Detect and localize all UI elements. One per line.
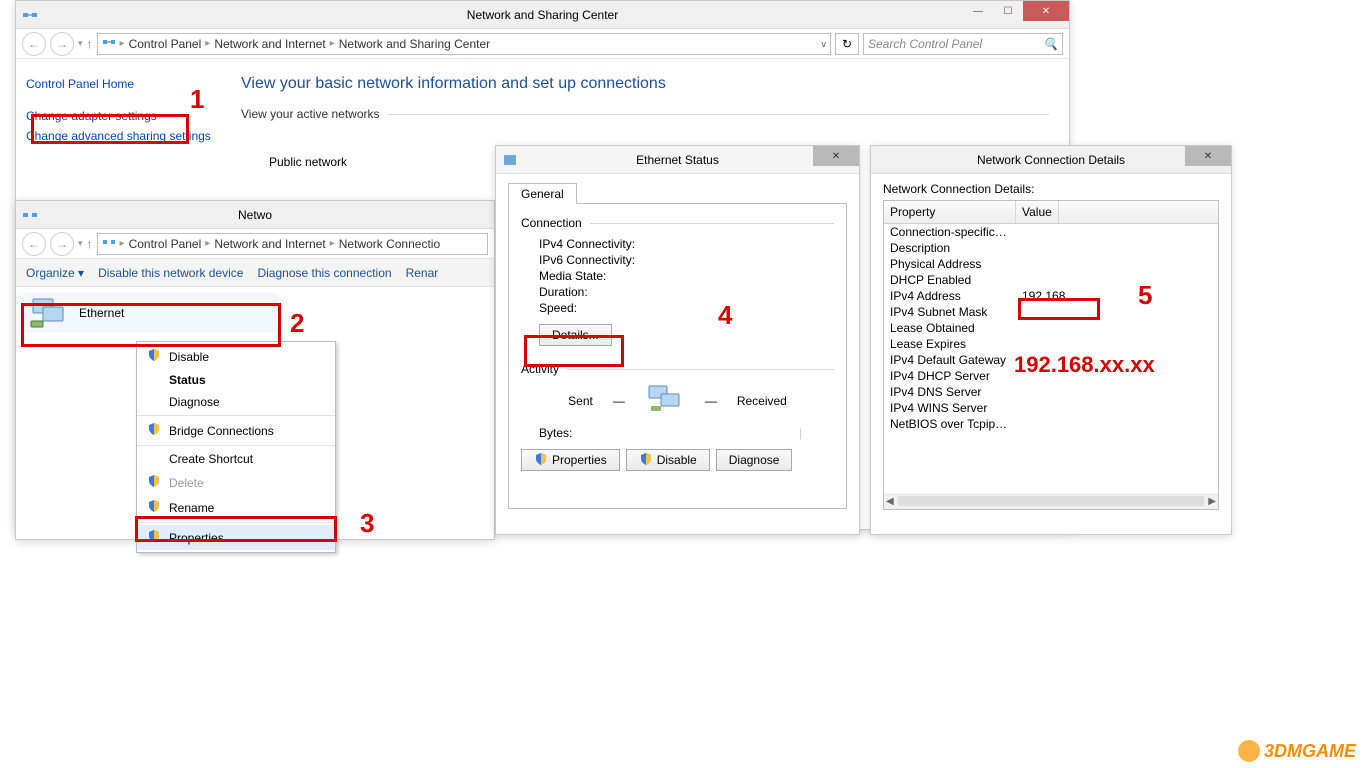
network-icon	[22, 207, 38, 223]
window-title: Netwo	[238, 208, 272, 222]
ctx-delete: Delete	[137, 470, 335, 495]
close-button[interactable]: ✕	[813, 146, 859, 166]
network-icon	[22, 7, 38, 23]
detail-row: IPv4 DHCP Server	[884, 368, 1218, 384]
subtitle: Network Connection Details:	[883, 182, 1219, 196]
link-change-adapter-settings[interactable]: Change adapter settings	[26, 109, 211, 123]
window-connection-details: Network Connection Details ✕ Network Con…	[870, 145, 1232, 535]
search-input[interactable]: Search Control Panel 🔍	[863, 33, 1063, 55]
forward-button[interactable]: →	[50, 232, 74, 256]
details-table: Property Value Connection-specific DN...…	[883, 200, 1219, 510]
up-button[interactable]: ↑	[87, 237, 93, 251]
ctx-bridge-connections[interactable]: Bridge Connections	[137, 418, 335, 443]
breadcrumb[interactable]: Network and Internet	[214, 37, 325, 51]
shield-icon	[639, 452, 653, 469]
shield-icon	[147, 348, 161, 365]
ctx-disable[interactable]: Disable	[137, 344, 335, 369]
tab-general[interactable]: General	[508, 183, 577, 204]
shield-icon	[147, 529, 161, 546]
col-property[interactable]: Property	[884, 201, 1016, 223]
window-title: Network and Sharing Center	[467, 8, 618, 22]
activity-graphic: Sent — — Received	[521, 384, 834, 417]
toolbar-rename[interactable]: Renar	[406, 266, 439, 280]
ethernet-icon	[29, 297, 71, 329]
window-title: Network Connection Details	[977, 153, 1125, 167]
watermark-icon	[1238, 740, 1260, 762]
breadcrumb[interactable]: Control Panel	[129, 37, 202, 51]
shield-icon	[147, 422, 161, 439]
detail-row: IPv4 WINS Server	[884, 400, 1218, 416]
detail-row: IPv4 Subnet Mask	[884, 304, 1218, 320]
titlebar: Ethernet Status ✕	[496, 146, 859, 174]
ctx-properties[interactable]: Properties	[137, 525, 335, 550]
shield-icon	[147, 474, 161, 491]
ctx-create-shortcut[interactable]: Create Shortcut	[137, 448, 335, 470]
window-ethernet-status: Ethernet Status ✕ General Connection IPv…	[495, 145, 860, 535]
up-button[interactable]: ↑	[87, 37, 93, 51]
detail-row: Lease Obtained	[884, 320, 1218, 336]
organize-menu[interactable]: Organize ▾	[26, 266, 84, 280]
refresh-button[interactable]: ↻	[835, 33, 859, 55]
detail-row: Description	[884, 240, 1218, 256]
ctx-rename[interactable]: Rename	[137, 495, 335, 520]
detail-row: Physical Address	[884, 256, 1218, 272]
ctx-diagnose[interactable]: Diagnose	[137, 391, 335, 413]
nav-row: ← → ▾ ↑ ▸ Control Panel▸ Network and Int…	[16, 229, 494, 259]
context-menu: DisableStatusDiagnose Bridge Connections C…	[136, 341, 336, 553]
col-value[interactable]: Value	[1016, 201, 1059, 223]
detail-row: NetBIOS over Tcpip En...	[884, 416, 1218, 432]
network-icon	[102, 35, 116, 52]
detail-row: IPv4 DNS Server	[884, 384, 1218, 400]
active-networks-label: View your active networks	[241, 107, 1049, 121]
titlebar: Netwo	[16, 201, 494, 229]
properties-button[interactable]: Properties	[521, 449, 620, 471]
detail-row: Connection-specific DN...	[884, 224, 1218, 240]
ethernet-adapter-tile[interactable]: Ethernet	[22, 293, 277, 333]
horizontal-scrollbar[interactable]: ◀▶	[884, 493, 1218, 509]
titlebar: Network Connection Details ✕	[871, 146, 1231, 174]
ctx-status[interactable]: Status	[137, 369, 335, 391]
page-heading: View your basic network information and …	[241, 75, 1049, 93]
toolbar: Organize ▾ Disable this network device D…	[16, 259, 494, 287]
shield-icon	[534, 452, 548, 469]
titlebar: Network and Sharing Center — ☐ ✕	[16, 1, 1069, 29]
disable-button[interactable]: Disable	[626, 449, 710, 471]
address-bar[interactable]: ▸ Control Panel▸ Network and Internet▸ N…	[97, 233, 488, 255]
back-button[interactable]: ←	[22, 32, 46, 56]
diagnose-button[interactable]: Diagnose	[716, 449, 793, 471]
search-icon: 🔍	[1043, 37, 1058, 51]
detail-row: DHCP Enabled	[884, 272, 1218, 288]
maximize-button[interactable]: ☐	[993, 1, 1023, 21]
window-network-connections: Netwo ← → ▾ ↑ ▸ Control Panel▸ Network a…	[15, 200, 495, 540]
nav-row: ← → ▾ ↑ ▸ Control Panel▸ Network and Int…	[16, 29, 1069, 59]
watermark: 3DMGAME	[1238, 740, 1356, 762]
toolbar-diagnose[interactable]: Diagnose this connection	[257, 266, 391, 280]
breadcrumb[interactable]: Network and Sharing Center	[339, 37, 490, 51]
details-button[interactable]: Details...	[539, 324, 612, 346]
detail-row: Lease Expires	[884, 336, 1218, 352]
window-title: Ethernet Status	[636, 153, 719, 167]
back-button[interactable]: ←	[22, 232, 46, 256]
detail-row: IPv4 Default Gateway	[884, 352, 1218, 368]
forward-button[interactable]: →	[50, 32, 74, 56]
toolbar-disable[interactable]: Disable this network device	[98, 266, 243, 280]
link-control-panel-home[interactable]: Control Panel Home	[26, 77, 211, 91]
close-button[interactable]: ✕	[1023, 1, 1069, 21]
dropdown-icon[interactable]: ▾	[78, 38, 83, 49]
computers-icon	[645, 384, 685, 417]
shield-icon	[147, 499, 161, 516]
adapter-name: Ethernet	[79, 306, 124, 320]
tab-body: Connection IPv4 Connectivity: IPv6 Conne…	[508, 203, 847, 509]
ethernet-icon	[502, 152, 518, 168]
close-button[interactable]: ✕	[1185, 146, 1231, 166]
link-change-advanced-sharing[interactable]: Change advanced sharing settings	[26, 129, 211, 143]
minimize-button[interactable]: —	[963, 1, 993, 21]
detail-row: IPv4 Address192.168.	[884, 288, 1218, 304]
address-bar[interactable]: ▸ Control Panel▸ Network and Internet▸ N…	[97, 33, 831, 55]
